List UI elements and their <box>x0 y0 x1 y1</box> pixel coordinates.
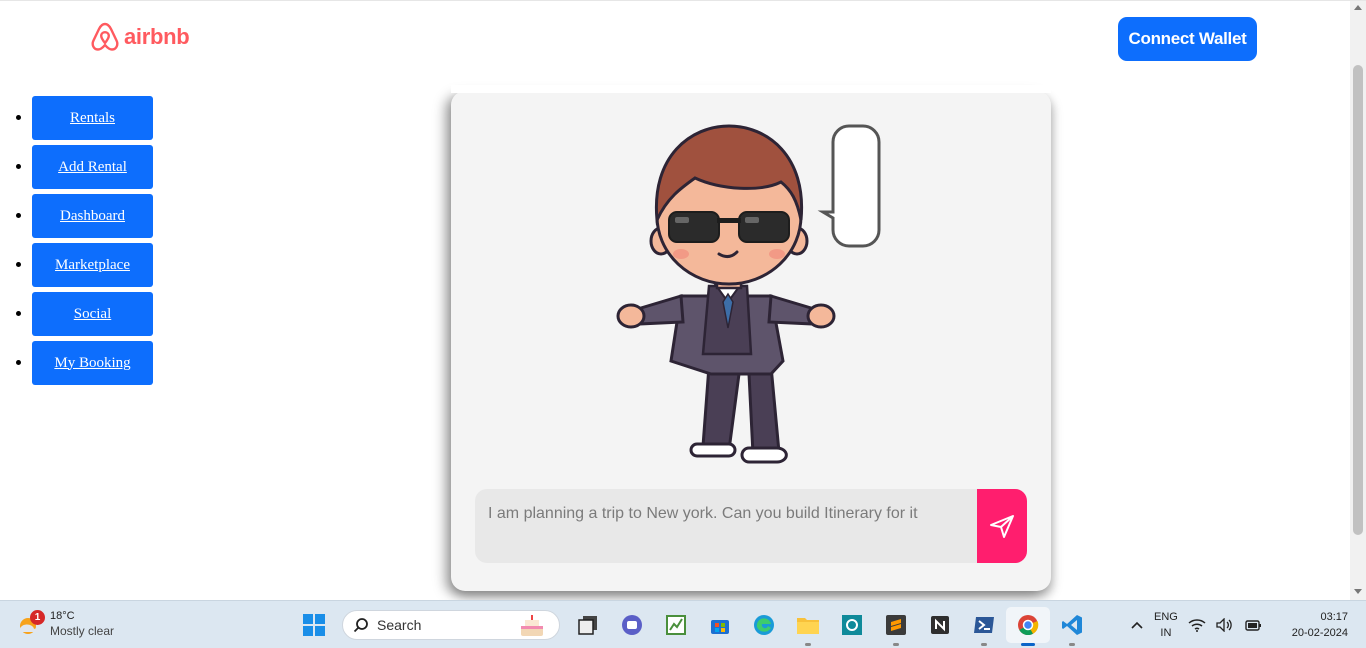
store-icon <box>711 620 729 634</box>
edge-icon <box>754 615 774 635</box>
volume-icon[interactable] <box>1216 618 1234 632</box>
bullet-icon <box>16 164 21 169</box>
bullet-icon <box>16 115 21 120</box>
wifi-icon[interactable] <box>1188 618 1206 632</box>
circle-app-icon <box>842 615 862 635</box>
weather-icon: 1 <box>18 610 45 636</box>
running-indicator <box>981 643 987 646</box>
notification-badge: 1 <box>30 610 45 625</box>
windows-start-icon <box>303 614 325 636</box>
vscode-button[interactable] <box>1050 607 1094 646</box>
nav-link-my-booking[interactable]: My Booking <box>32 341 153 385</box>
powershell-button[interactable] <box>962 607 1006 646</box>
bullet-icon <box>16 213 21 218</box>
scroll-down-arrow-icon[interactable] <box>1354 589 1362 594</box>
notion-icon <box>931 616 949 634</box>
nav-link-rentals[interactable]: Rentals <box>32 96 153 140</box>
sublime-text-button[interactable] <box>874 607 918 646</box>
search-label: Search <box>377 617 422 633</box>
bullet-icon <box>16 262 21 267</box>
bullet-icon <box>16 311 21 316</box>
chrome-browser-button[interactable] <box>1006 607 1050 646</box>
clock-time: 03:17 <box>1320 611 1348 623</box>
nav-link-dashboard[interactable]: Dashboard <box>32 194 153 238</box>
folder-icon <box>797 618 819 634</box>
airbnb-logo[interactable]: airbnb <box>90 21 190 53</box>
teams-chat-button[interactable] <box>610 607 654 643</box>
running-indicator <box>1069 643 1075 646</box>
edge-browser-button[interactable] <box>742 607 786 643</box>
running-indicator <box>893 643 899 646</box>
language-indicator[interactable]: ENG IN <box>1154 609 1178 641</box>
chat-message-input[interactable] <box>475 489 977 563</box>
active-indicator <box>1021 643 1035 646</box>
chat-card <box>451 85 1051 591</box>
file-explorer-button[interactable] <box>786 607 830 646</box>
chat-input-row <box>475 489 1027 563</box>
scroll-up-arrow-icon[interactable] <box>1354 5 1362 10</box>
system-clock[interactable]: 03:17 20-02-2024 <box>1282 609 1348 641</box>
assistant-mascot-illustration <box>616 124 881 464</box>
speech-bubble-icon <box>817 124 881 248</box>
connect-wallet-button[interactable]: Connect Wallet <box>1118 17 1257 61</box>
notion-button[interactable] <box>918 607 962 643</box>
send-icon <box>990 515 1014 538</box>
clock-date: 20-02-2024 <box>1291 627 1348 639</box>
bullet-icon <box>16 360 21 365</box>
send-message-button[interactable] <box>977 489 1027 563</box>
airbnb-logo-icon <box>91 22 119 51</box>
chrome-icon <box>1018 615 1039 636</box>
nav-link-marketplace[interactable]: Marketplace <box>32 243 153 287</box>
chat-icon <box>622 615 642 635</box>
language-region: IN <box>1160 627 1172 639</box>
ms-store-button[interactable] <box>698 607 742 643</box>
taskbar-apps: Search <box>292 607 1094 646</box>
nav-link-add-rental[interactable]: Add Rental <box>32 145 153 189</box>
battery-icon[interactable] <box>1244 618 1262 632</box>
task-view-icon <box>578 616 597 635</box>
chevron-up-icon[interactable] <box>1130 620 1144 630</box>
card-top-edge <box>451 85 1051 93</box>
weather-temp: 18°C <box>50 610 75 622</box>
system-tray: ENG IN <box>1130 607 1262 643</box>
running-indicator <box>805 643 811 646</box>
logo-text: airbnb <box>124 24 190 49</box>
windows-taskbar: 1 18°C Mostly clear Search ENG IN 03:17 … <box>0 600 1366 648</box>
start-button[interactable] <box>292 607 336 643</box>
cake-icon <box>521 615 543 636</box>
scrollbar-thumb[interactable] <box>1353 65 1363 535</box>
task-view-button[interactable] <box>566 607 610 643</box>
app-notes-button[interactable] <box>654 607 698 643</box>
chart-app-icon <box>666 615 686 635</box>
sublime-icon <box>886 615 906 635</box>
language-code: ENG <box>1154 611 1178 623</box>
weather-widget[interactable]: 1 18°C Mostly clear <box>18 609 114 639</box>
terminal-icon <box>974 617 994 633</box>
app-teal-button[interactable] <box>830 607 874 643</box>
taskbar-search[interactable]: Search <box>342 610 560 640</box>
search-icon <box>353 618 368 633</box>
vscode-icon <box>1062 615 1082 635</box>
weather-condition: Mostly clear <box>50 624 115 638</box>
nav-link-social[interactable]: Social <box>32 292 153 336</box>
page-scrollbar[interactable] <box>1350 1 1366 600</box>
browser-viewport: airbnb Connect Wallet Rentals Add Rental… <box>0 0 1366 600</box>
